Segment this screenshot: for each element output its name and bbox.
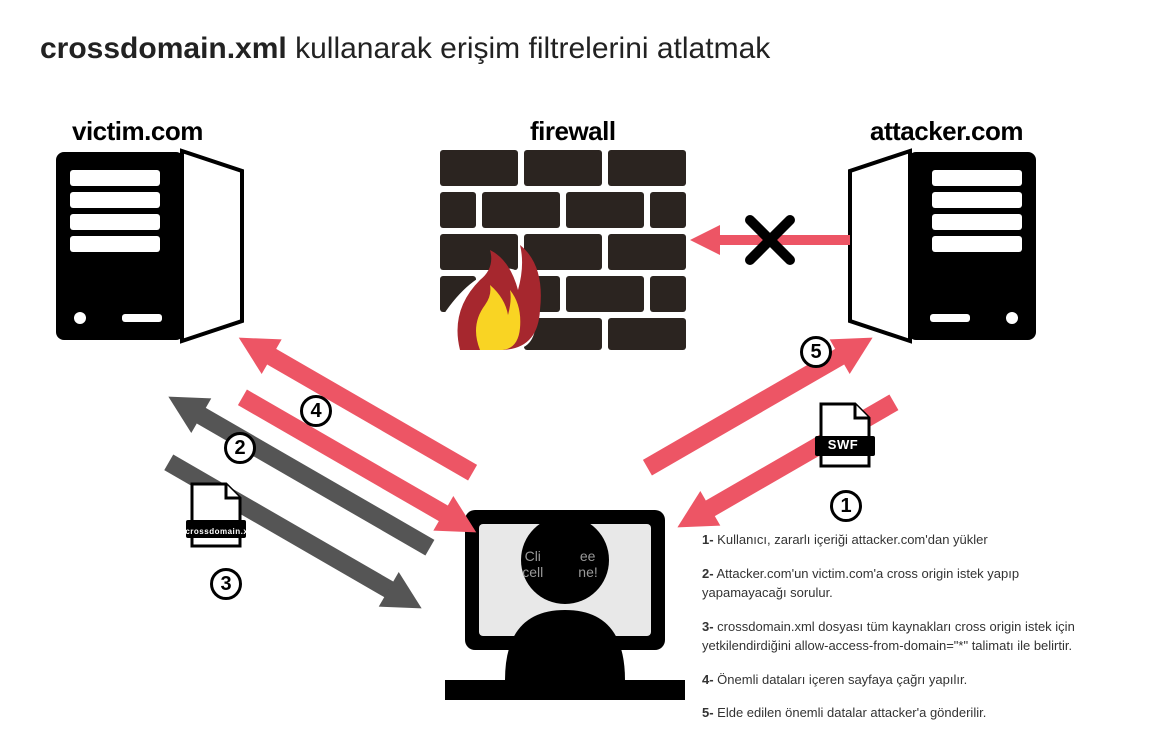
step-badge-5: 5 — [800, 336, 832, 368]
server-victim — [52, 146, 252, 346]
steps-list: 1- Kullanıcı, zararlı içeriği attacker.c… — [702, 530, 1102, 737]
title-bold: crossdomain.xml — [40, 32, 287, 65]
title-rest: kullanarak erişim filtrelerini atlatmak — [287, 32, 771, 65]
step-2: 2- Attacker.com'un victim.com'a cross or… — [702, 564, 1102, 603]
step-badge-3: 3 — [210, 568, 242, 600]
arrow-step3-from-victim — [130, 415, 470, 615]
crossdomain-file-label: crossdomain.xml — [182, 527, 262, 536]
screen-text: Cli ee cell ne! — [490, 548, 630, 580]
step-badge-1: 1 — [830, 490, 862, 522]
x-blocked-icon — [742, 212, 798, 268]
page-title: crossdomain.xml kullanarak erişim filtre… — [40, 32, 770, 66]
step-3: 3- crossdomain.xml dosyası tüm kaynaklar… — [702, 617, 1102, 656]
step-4: 4- Önemli dataları içeren sayfaya çağrı … — [702, 670, 1102, 690]
label-attacker: attacker.com — [870, 116, 1023, 147]
label-firewall: firewall — [530, 116, 616, 147]
crossdomain-file-icon: crossdomain.xml — [186, 480, 266, 560]
step-badge-2: 2 — [224, 432, 256, 464]
swf-file-icon: SWF — [815, 400, 873, 468]
label-victim: victim.com — [72, 116, 203, 147]
swf-file-label: SWF — [815, 437, 871, 452]
step-badge-4: 4 — [300, 395, 332, 427]
arrow-step1-from-attacker — [640, 355, 920, 535]
firewall-icon — [440, 150, 690, 350]
step-5: 5- Elde edilen önemli datalar attacker'a… — [702, 703, 1102, 723]
server-attacker — [840, 146, 1040, 346]
step-1: 1- Kullanıcı, zararlı içeriği attacker.c… — [702, 530, 1102, 550]
